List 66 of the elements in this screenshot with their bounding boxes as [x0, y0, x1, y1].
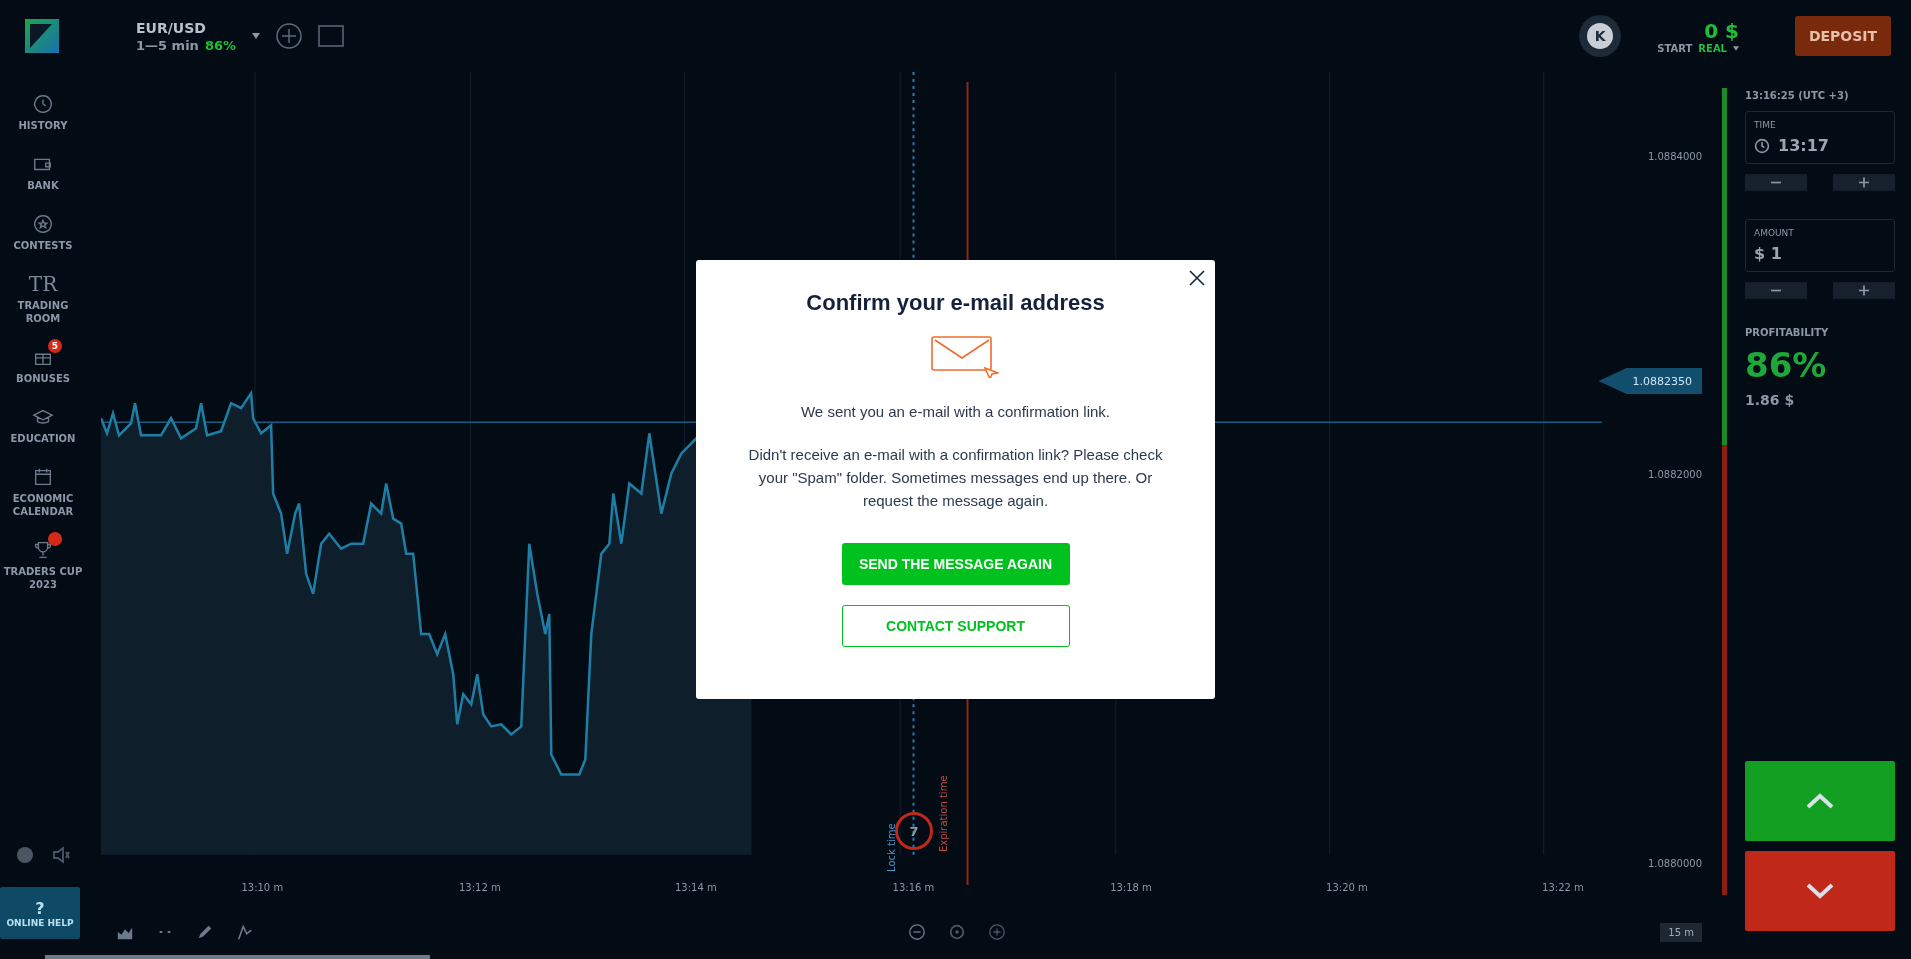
zoom-in-icon[interactable]	[988, 923, 1007, 941]
clock-icon	[1754, 137, 1770, 154]
current-price-tag: 1.0882350	[1598, 368, 1702, 394]
expiration-time-label: Expiration time	[938, 775, 949, 852]
increase-button[interactable]	[1833, 282, 1895, 299]
profit-amount: 1.86 $	[1745, 392, 1796, 408]
payout-percent: 86%	[204, 37, 236, 53]
time-value: 13:17	[1778, 136, 1829, 155]
profitability-label: PROFITABILITY	[1745, 327, 1830, 338]
increase-button[interactable]	[1833, 174, 1895, 191]
time-field[interactable]: TIME 13:17	[1745, 111, 1895, 164]
envelope-icon	[930, 336, 999, 378]
profitability-percent: 86%	[1745, 348, 1828, 382]
asset-name[interactable]: EUR/USD	[136, 19, 236, 36]
sidebar-item[interactable]: ECONOMIC CALENDAR	[0, 459, 86, 518]
time-axis-label: 13:12 m	[459, 882, 501, 893]
time-axis-label: 13:22 m	[1542, 882, 1584, 893]
sidebar-item[interactable]: CONTESTS	[0, 206, 86, 252]
add-icon[interactable]	[276, 23, 302, 49]
time-axis-label: 13:10 m	[241, 882, 284, 893]
layout-icon[interactable]	[318, 23, 344, 49]
caret-icon[interactable]	[1733, 45, 1739, 51]
sidebar-item[interactable]: TRADERS CUP 2023	[0, 532, 86, 591]
price-axis-label: 1.0882000	[1647, 469, 1702, 481]
online-help-button[interactable]: ? ONLINE HELP	[0, 887, 80, 939]
balance-amount: 0 $	[1704, 18, 1739, 43]
time-axis-label: 13:18 m	[1110, 882, 1152, 893]
price-axis-label: 1.0884000	[1647, 151, 1702, 163]
sidebar-item[interactable]: TR TRADING ROOM	[0, 266, 86, 325]
trade-duration: 1—5 min	[136, 37, 199, 53]
server-clock: 13:16:25 (UTC +3)	[1745, 90, 1850, 101]
cup-icon	[32, 539, 54, 561]
period-button[interactable]: 15 m	[1660, 922, 1702, 942]
user-avatar[interactable]: K	[1579, 15, 1622, 57]
time-axis-label: 13:16 m	[892, 882, 935, 893]
chevron-up-icon	[1805, 792, 1835, 810]
trading-room-glyph: TR	[28, 274, 58, 294]
reset-zoom-icon[interactable]	[948, 923, 967, 941]
time-axis-label: 13:14 m	[674, 882, 717, 893]
pencil-icon[interactable]	[196, 923, 214, 941]
time-axis-label: 13:20 m	[1326, 882, 1368, 893]
sent-message: We sent you an e-mail with a confirmation link.	[801, 402, 1110, 422]
chevron-down-icon	[1805, 882, 1835, 900]
account-label: START	[1657, 42, 1693, 54]
scrollbar[interactable]	[45, 955, 430, 959]
countdown-timer: 7	[895, 812, 933, 850]
account-type[interactable]: REAL	[1698, 42, 1727, 54]
logo-icon[interactable]	[25, 19, 59, 53]
price-axis-label: 1.0880000	[1647, 857, 1702, 869]
sidebar-item[interactable]: EDUCATION	[0, 399, 86, 445]
speaker-icon[interactable]	[51, 845, 71, 865]
star-icon	[32, 213, 54, 235]
amount-field[interactable]: AMOUNT $ 1	[1745, 219, 1895, 272]
dialog-title: Confirm your e-mail address	[806, 290, 1105, 316]
sidebar-item[interactable]: 5 BONUSES	[0, 339, 86, 385]
sidebar-item[interactable]: HISTORY	[0, 86, 86, 132]
indicator-icon[interactable]	[236, 923, 254, 941]
notification-badge: 5	[48, 339, 62, 353]
deposit-button[interactable]: DEPOSIT	[1795, 16, 1891, 56]
zoom-out-icon[interactable]	[908, 923, 927, 941]
spam-hint: Didn't receive an e-mail with a confirmation link? Please check your "Spam" folder. Sometimes messages end up there. Or request the message again.	[747, 445, 1164, 511]
calendar-icon	[32, 466, 54, 488]
caret-icon[interactable]	[252, 33, 260, 39]
lock-time-label: Lock time	[886, 823, 897, 872]
clock-icon	[32, 93, 54, 115]
sidebar-item[interactable]: BANK	[0, 146, 86, 192]
